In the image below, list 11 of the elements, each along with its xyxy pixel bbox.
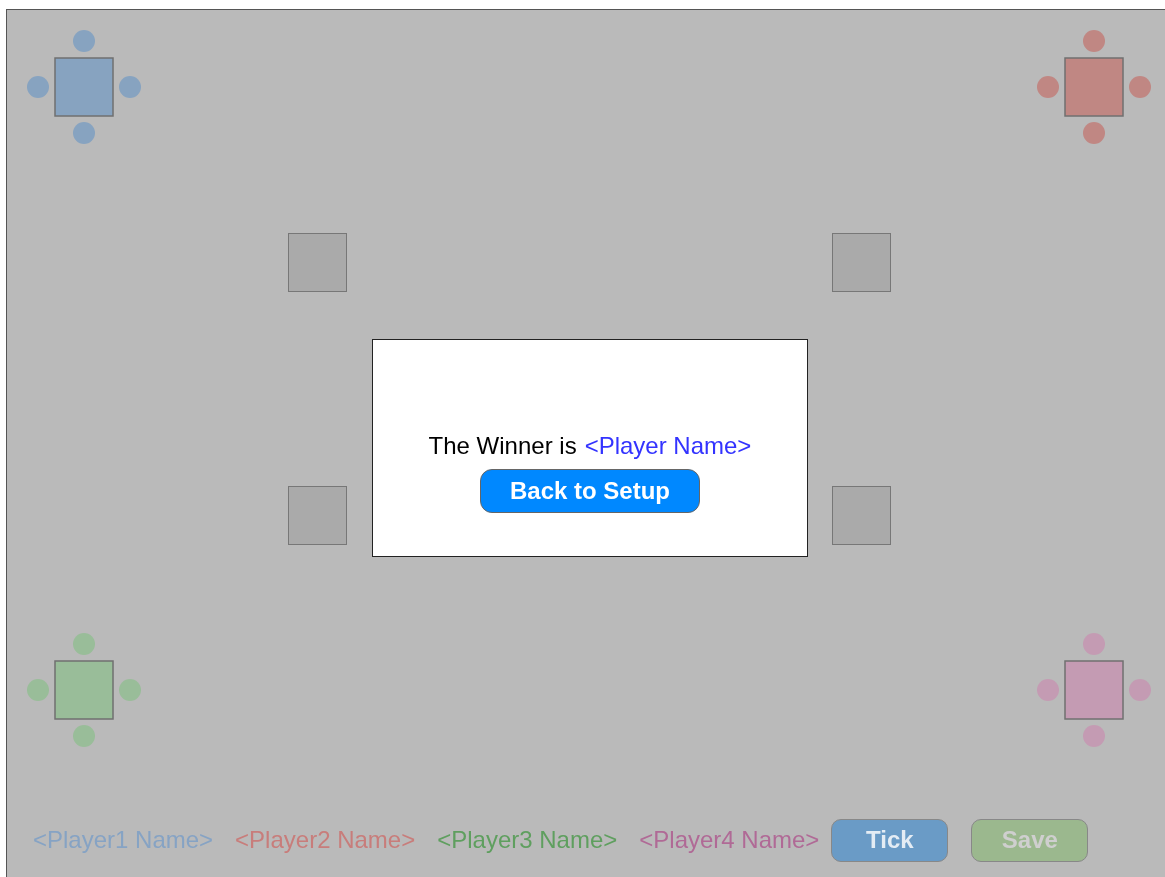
empty-slot bbox=[288, 233, 347, 292]
empty-slot bbox=[288, 486, 347, 545]
empty-slot bbox=[832, 486, 891, 545]
player-name: <Player3 Name> bbox=[437, 825, 618, 855]
winner-name: <Player Name> bbox=[584, 432, 752, 460]
player-name: <Player2 Name> bbox=[235, 825, 416, 855]
player-name: <Player4 Name> bbox=[639, 825, 820, 855]
back-to-setup-button[interactable]: Back to Setup bbox=[480, 469, 700, 513]
tick-button[interactable]: Tick bbox=[831, 818, 949, 862]
winner-message: The Winner is bbox=[428, 432, 577, 460]
empty-slot bbox=[832, 233, 891, 292]
